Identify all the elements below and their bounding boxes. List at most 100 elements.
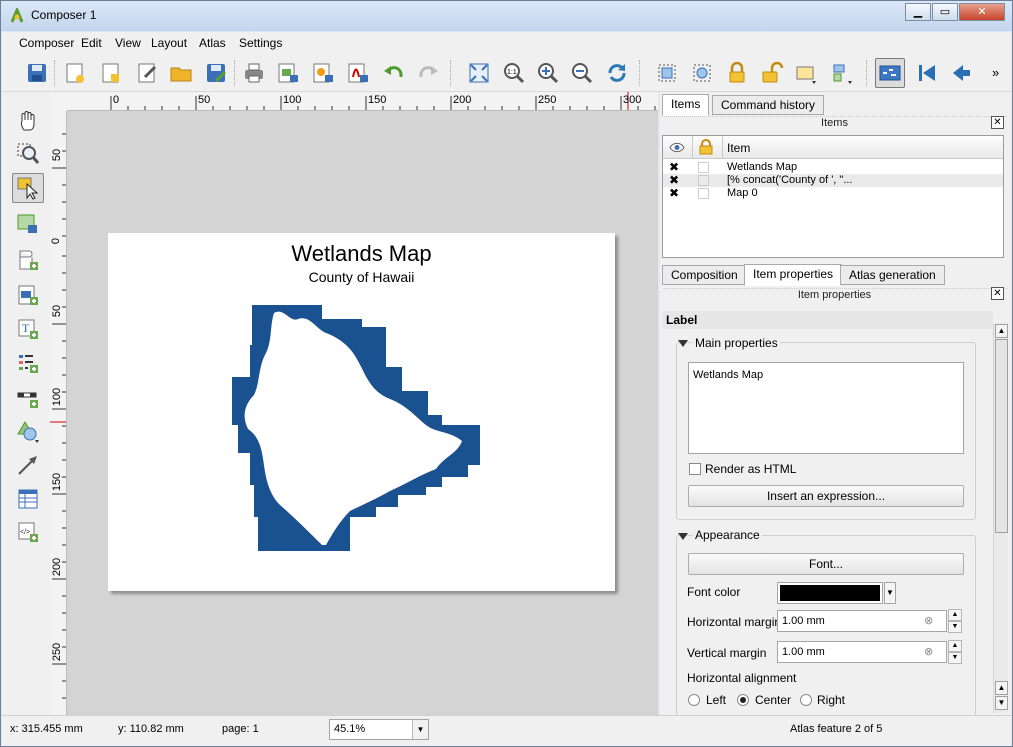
tab-item-properties[interactable]: Item properties xyxy=(744,264,843,286)
map-frame[interactable] xyxy=(230,305,480,551)
clear-icon[interactable]: ⊗ xyxy=(924,645,933,658)
align-left-radio[interactable] xyxy=(688,694,700,706)
lock-checkbox[interactable] xyxy=(698,188,709,199)
zoom-100-icon[interactable]: 1:1 xyxy=(499,58,529,88)
add-scalebar-icon[interactable] xyxy=(12,383,44,413)
open-template-icon[interactable] xyxy=(166,58,196,88)
menu-atlas[interactable]: Atlas xyxy=(199,36,226,50)
font-color-button[interactable] xyxy=(777,582,883,604)
tree-row[interactable]: ✖ [% concat('County of ', "... xyxy=(663,174,1003,187)
close-items-panel-button[interactable]: ✕ xyxy=(991,116,1004,129)
zoom-full-icon[interactable] xyxy=(464,58,494,88)
duplicate-composer-icon[interactable] xyxy=(96,58,126,88)
add-map-icon[interactable] xyxy=(12,245,44,275)
minimize-button[interactable]: ▁ xyxy=(905,3,931,21)
scroll-down-button[interactable]: ▼ xyxy=(995,696,1008,710)
add-shape-icon[interactable] xyxy=(12,416,44,446)
pan-icon[interactable] xyxy=(12,106,44,136)
save-icon[interactable] xyxy=(22,58,52,88)
refresh-icon[interactable] xyxy=(602,58,632,88)
menu-view[interactable]: View xyxy=(115,36,141,50)
menu-layout[interactable]: Layout xyxy=(151,36,187,50)
render-html-checkbox[interactable] xyxy=(689,463,701,475)
close-window-button[interactable]: ✕ xyxy=(959,3,1005,21)
zoom-out-icon[interactable] xyxy=(567,58,597,88)
move-content-icon[interactable] xyxy=(12,209,44,239)
tab-command-history[interactable]: Command history xyxy=(712,95,825,115)
map-subtitle-label[interactable]: County of Hawaii xyxy=(108,269,615,285)
align-items-icon[interactable] xyxy=(827,58,857,88)
export-image-icon[interactable] xyxy=(273,58,303,88)
export-pdf-icon[interactable] xyxy=(343,58,373,88)
align-right-radio[interactable] xyxy=(800,694,812,706)
add-table-icon[interactable] xyxy=(12,484,44,514)
lock-icon[interactable] xyxy=(722,58,752,88)
align-center-radio[interactable] xyxy=(737,694,749,706)
insert-expression-button[interactable]: Insert an expression... xyxy=(688,485,964,507)
add-legend-icon[interactable] xyxy=(12,348,44,378)
clear-icon[interactable]: ⊗ xyxy=(924,614,933,627)
collapse-triangle-icon[interactable] xyxy=(678,533,688,540)
unlock-icon[interactable] xyxy=(757,58,787,88)
raise-items-icon[interactable] xyxy=(791,58,821,88)
composition-page[interactable]: Wetlands Map County of Hawaii xyxy=(108,233,615,591)
print-icon[interactable] xyxy=(239,58,269,88)
zoom-tool-icon[interactable] xyxy=(12,139,44,169)
close-item-properties-button[interactable]: ✕ xyxy=(991,287,1004,300)
redo-icon[interactable] xyxy=(413,58,443,88)
map-title-label[interactable]: Wetlands Map xyxy=(108,241,615,267)
zoom-in-icon[interactable] xyxy=(533,58,563,88)
properties-scrollbar[interactable]: ▲ ▲ ▼ xyxy=(993,323,1008,713)
toolbar-overflow-button[interactable]: » xyxy=(992,65,999,80)
vertical-margin-input[interactable]: 1.00 mm xyxy=(777,641,947,663)
tab-composition[interactable]: Composition xyxy=(662,265,747,285)
menu-composer[interactable]: Composer xyxy=(19,36,74,50)
tree-row[interactable]: ✖ Map 0 xyxy=(663,187,1003,200)
undo-icon[interactable] xyxy=(379,58,409,88)
add-html-icon[interactable]: </> xyxy=(12,517,44,547)
menu-edit[interactable]: Edit xyxy=(81,36,102,50)
save-template-icon[interactable] xyxy=(201,58,231,88)
group-icon[interactable] xyxy=(652,58,682,88)
ungroup-icon[interactable] xyxy=(687,58,717,88)
zoom-level-select[interactable]: 45.1% ▼ xyxy=(329,719,429,740)
add-arrow-icon[interactable] xyxy=(12,450,44,480)
composer-manager-icon[interactable] xyxy=(132,58,162,88)
visibility-checkbox[interactable]: ✖ xyxy=(669,161,679,173)
main-properties-label[interactable]: Main properties xyxy=(693,336,780,350)
collapse-triangle-icon[interactable] xyxy=(678,340,688,347)
scroll-up-button[interactable]: ▲ xyxy=(995,681,1008,695)
chevron-down-icon[interactable]: ▼ xyxy=(412,720,428,739)
tree-row[interactable]: ✖ Wetlands Map xyxy=(663,161,1003,174)
item-name[interactable]: Map 0 xyxy=(727,187,758,199)
lock-checkbox[interactable] xyxy=(698,175,709,186)
lock-checkbox[interactable] xyxy=(698,162,709,173)
maximize-button[interactable]: ▭ xyxy=(932,3,958,21)
tab-items[interactable]: Items xyxy=(662,94,710,116)
font-color-dropdown[interactable]: ▼ xyxy=(884,582,896,604)
composer-canvas[interactable]: 0 50 100 150 200 250 300 50 0 50 100 150… xyxy=(50,92,658,715)
item-name[interactable]: [% concat('County of ', "... xyxy=(727,174,853,186)
horizontal-margin-stepper[interactable]: ▲ ▼ xyxy=(948,609,962,633)
visibility-checkbox[interactable]: ✖ xyxy=(669,187,679,199)
font-button[interactable]: Font... xyxy=(688,553,964,575)
appearance-label[interactable]: Appearance xyxy=(693,528,762,542)
vertical-ruler[interactable]: 50 0 50 100 150 200 250 xyxy=(50,111,67,715)
atlas-preview-icon[interactable] xyxy=(875,58,905,88)
scroll-up-button[interactable]: ▲ xyxy=(995,324,1008,338)
horizontal-margin-input[interactable]: 1.00 mm xyxy=(777,610,947,632)
item-name[interactable]: Wetlands Map xyxy=(727,161,797,173)
label-text-editor[interactable]: Wetlands Map xyxy=(688,362,964,454)
export-svg-icon[interactable] xyxy=(308,58,338,88)
add-label-icon[interactable]: T xyxy=(12,314,44,344)
menu-settings[interactable]: Settings xyxy=(239,36,282,50)
vertical-margin-stepper[interactable]: ▲ ▼ xyxy=(948,640,962,664)
select-move-icon[interactable] xyxy=(12,173,44,203)
items-tree[interactable]: Item ✖ Wetlands Map ✖ [% concat('County … xyxy=(662,135,1004,258)
horizontal-ruler[interactable]: 0 50 100 150 200 250 300 xyxy=(67,92,658,111)
add-image-icon[interactable] xyxy=(12,280,44,310)
new-composer-icon[interactable] xyxy=(60,58,90,88)
previous-feature-icon[interactable] xyxy=(946,58,976,88)
first-feature-icon[interactable] xyxy=(912,58,942,88)
visibility-checkbox[interactable]: ✖ xyxy=(669,174,679,186)
